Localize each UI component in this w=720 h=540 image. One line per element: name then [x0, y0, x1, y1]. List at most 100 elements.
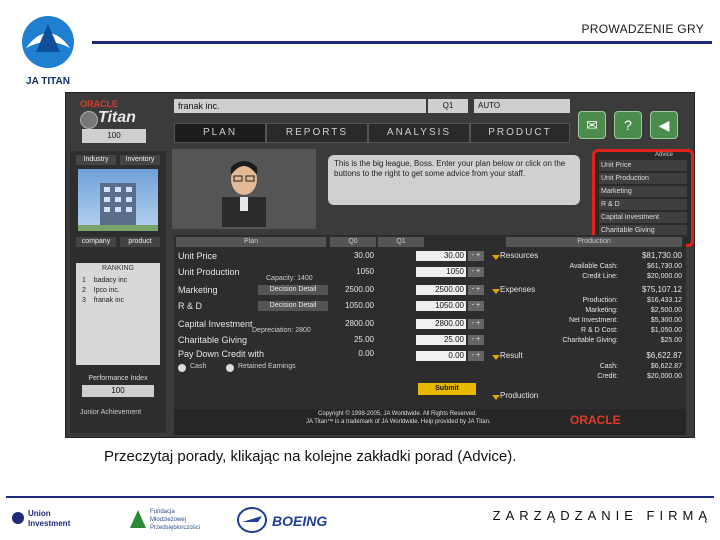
advice-tab-marketing[interactable]: Marketing	[599, 186, 687, 197]
production-expand-icon[interactable]	[492, 395, 500, 400]
titan-globe-icon	[80, 111, 98, 129]
performance-index-value: 100	[82, 385, 154, 397]
advice-tab-capital-investment[interactable]: Capital Investment	[599, 212, 687, 223]
net-investment-label: Net Investment:	[568, 317, 618, 324]
row-label-unit-price: Unit Price	[178, 251, 218, 261]
row-value-q: 30.00	[353, 251, 374, 260]
depreciation-label: Depreciation: 2800	[252, 327, 311, 334]
resources-total: $81,730.00	[641, 251, 682, 260]
pay-down-credit-stepper[interactable]: - +	[468, 351, 484, 361]
radio-cash-label: Cash	[190, 363, 207, 370]
col-header-plan: Plan	[176, 237, 326, 247]
oracle-footer-logo: ORACLE	[570, 413, 621, 427]
col-header-q1: Q1	[378, 237, 424, 247]
charitable-cost-label: Charitable Giving:	[562, 337, 618, 344]
unit-price-stepper[interactable]: - +	[468, 251, 484, 261]
rnd-cost-value: $1,050.00	[650, 327, 682, 334]
col-header-production: Production	[506, 237, 682, 247]
industry-tab[interactable]: Industry	[76, 155, 116, 165]
radio-retained-earnings[interactable]	[226, 364, 234, 372]
production-cost-label: Production:	[582, 297, 618, 304]
tab-reports[interactable]: REPORTS	[266, 123, 368, 143]
slide-title: PROWADZENIE GRY	[581, 22, 704, 36]
mail-icon: ✉	[586, 117, 598, 133]
rnd-stepper[interactable]: - +	[468, 301, 484, 311]
advice-tab-rnd[interactable]: R & D	[599, 199, 687, 210]
speaker-icon: ◀	[658, 117, 670, 133]
capital-investment-input[interactable]: 2800.00	[416, 319, 466, 329]
mode-field[interactable]: AUTO	[474, 99, 570, 113]
union-logo-text: Union	[28, 509, 51, 518]
submit-button[interactable]: Submit	[418, 383, 476, 395]
rnd-decision-detail-button[interactable]: Decision Detail	[258, 301, 328, 311]
svg-text:Fundacja: Fundacja	[150, 509, 175, 515]
rank-company: Ipco inc.	[93, 287, 120, 294]
row-label-marketing: Marketing	[178, 285, 218, 295]
oracle-titan-brand: ORACLE Titan	[70, 97, 160, 129]
performance-index-label: Performance Index	[88, 375, 148, 382]
row-value-q: 1050	[356, 267, 374, 276]
tab-plan[interactable]: PLAN	[174, 123, 266, 143]
resources-expand-icon[interactable]	[492, 255, 500, 260]
tab-product[interactable]: PRODUCT	[470, 123, 570, 143]
ranking-row: 1 badacy inc	[82, 277, 127, 284]
row-label-charitable-giving: Charitable Giving	[178, 335, 248, 345]
rnd-input[interactable]: 1050.00	[416, 301, 466, 311]
ranking-box: RANKING 1 badacy inc 2 Ipco inc. 3 frana…	[76, 263, 160, 365]
marketing-cost-label: Marketing:	[585, 307, 618, 314]
unit-production-stepper[interactable]: - +	[468, 267, 484, 277]
marketing-decision-detail-button[interactable]: Decision Detail	[258, 285, 328, 295]
pay-down-credit-input[interactable]: 0.00	[416, 351, 466, 361]
ranking-title: RANKING	[102, 265, 134, 272]
quarter-field[interactable]: Q1	[428, 99, 468, 113]
charitable-cost-value: $25.00	[660, 337, 682, 344]
radio-cash[interactable]	[178, 364, 186, 372]
expenses-expand-icon[interactable]	[492, 289, 500, 294]
company-tab[interactable]: company	[76, 237, 116, 247]
help-button[interactable]: ?	[614, 111, 642, 139]
charitable-giving-stepper[interactable]: - +	[468, 335, 484, 345]
advice-tab-unit-price[interactable]: Unit Price	[599, 160, 687, 171]
result-cash-label: Cash:	[599, 363, 618, 370]
credit-line-label: Credit Line:	[582, 273, 618, 280]
result-cash-value: $6,622.87	[650, 363, 682, 370]
inventory-tab[interactable]: Inventory	[120, 155, 160, 165]
row-value-q: 2500.00	[345, 285, 374, 294]
unit-production-input[interactable]: 1050	[416, 267, 466, 277]
advice-tab-unit-production[interactable]: Unit Production	[599, 173, 687, 184]
copyright-line-2: JA Titan™ is a trademark of JA Worldwide…	[306, 419, 491, 425]
svg-text:BOEING: BOEING	[272, 513, 327, 529]
unit-price-input[interactable]: 30.00	[416, 251, 466, 261]
row-label-pay-down-credit: Pay Down Credit with	[178, 349, 265, 359]
result-credit-label: Credit:	[597, 373, 618, 380]
company-name-field[interactable]: franak inc.	[174, 99, 426, 113]
marketing-stepper[interactable]: - +	[468, 285, 484, 295]
radio-retained-earnings-label: Retained Earnings	[238, 363, 296, 370]
capital-investment-stepper[interactable]: - +	[468, 319, 484, 329]
slide-caption: Przeczytaj porady, klikając na kolejne z…	[104, 448, 517, 465]
mail-button[interactable]: ✉	[578, 111, 606, 139]
footer-title: ZARZĄDZANIE FIRMĄ	[492, 508, 712, 523]
ranking-row: 2 Ipco inc.	[82, 287, 120, 294]
titan-brand-text: Titan	[98, 109, 136, 126]
marketing-input[interactable]: 2500.00	[416, 285, 466, 295]
production-section-label: Production	[500, 391, 539, 400]
result-credit-value: $20,000.00	[646, 373, 682, 380]
rank-company: franak inc	[93, 297, 125, 304]
charitable-giving-input[interactable]: 25.00	[416, 335, 466, 345]
tab-analysis[interactable]: ANALYSIS	[368, 123, 470, 143]
rank-number: 2	[82, 287, 86, 294]
advice-title: Advice	[655, 152, 674, 158]
building-image	[78, 169, 158, 231]
svg-text:JA TITAN: JA TITAN	[26, 76, 70, 87]
available-cash-value: $61,730.00	[646, 263, 682, 270]
result-expand-icon[interactable]	[492, 355, 500, 360]
expenses-label: Expenses	[500, 285, 536, 294]
production-cost-value: $16,433.12	[646, 297, 682, 304]
resources-label: Resources	[500, 251, 539, 260]
oracle-brand-text: ORACLE	[80, 99, 118, 109]
product-tab[interactable]: product	[120, 237, 160, 247]
sound-button[interactable]: ◀	[650, 111, 678, 139]
col-header-q: Q0	[330, 237, 376, 247]
available-cash-label: Available Cash:	[569, 263, 618, 270]
